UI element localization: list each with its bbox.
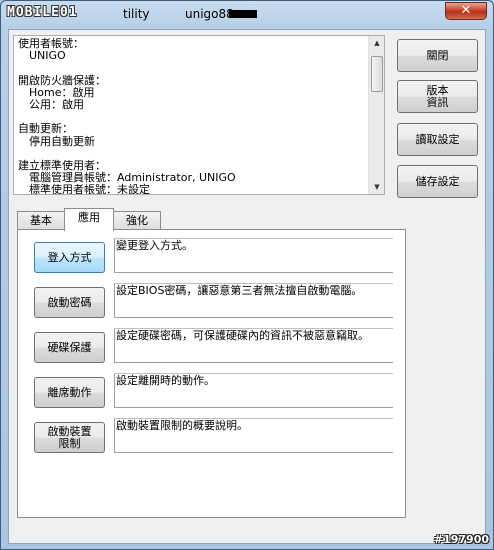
away-action-button[interactable]: 離席動作 xyxy=(34,377,105,408)
tab-application[interactable]: 應用 xyxy=(64,208,114,231)
summary-line: 公用：啟用 xyxy=(29,97,84,111)
scroll-down-icon[interactable]: ▼ xyxy=(369,180,385,194)
title-username: unigo88 xyxy=(185,7,234,21)
client-area: 使用者帳號： UNIGO 開啟防火牆保護： Home：啟用 公用：啟用 自動更新： 停用自動… xyxy=(8,29,486,544)
boot-password-description: 設定BIOS密碼，讓惡意第三者無法擅自啟動電腦。 xyxy=(114,283,393,318)
summary-heading: 自動更新： xyxy=(18,122,73,136)
application-panel: 登入方式 變更登入方式。 啟動密碼 設定BIOS密碼，讓惡意第三者無法擅自啟動電… xyxy=(17,229,406,518)
watermark: #197900 xyxy=(433,533,489,546)
boot-device-limit-description: 啟動裝置限制的概要說明。 xyxy=(114,418,393,453)
disk-protection-button[interactable]: 硬碟保護 xyxy=(34,332,105,363)
scroll-up-icon[interactable]: ▲ xyxy=(369,36,385,50)
scroll-thumb[interactable] xyxy=(371,56,383,92)
save-settings-button[interactable]: 儲存設定 xyxy=(397,165,478,198)
settings-summary-box[interactable]: 使用者帳號： UNIGO 開啟防火牆保護： Home：啟用 公用：啟用 自動更新： 停用自動… xyxy=(13,35,385,195)
tab-enhance[interactable]: 強化 xyxy=(113,211,161,230)
boot-device-limit-button[interactable]: 啟動裝置 限制 xyxy=(34,422,105,453)
summary-line: 停用自動更新 xyxy=(29,134,95,148)
tab-basic[interactable]: 基本 xyxy=(17,211,65,230)
summary-heading: 開啟防火牆保護： xyxy=(18,73,106,87)
load-settings-button[interactable]: 讀取設定 xyxy=(397,123,478,156)
title-bar[interactable]: MOBILE01 tility unigo88 ✕ xyxy=(1,1,493,27)
boot-password-button[interactable]: 啟動密碼 xyxy=(34,287,105,318)
redaction-bar xyxy=(229,10,257,18)
close-button[interactable]: 關閉 xyxy=(397,39,478,72)
close-window-button[interactable]: ✕ xyxy=(445,2,487,20)
summary-line: 標準使用者帳號：未設定 xyxy=(29,183,150,194)
summary-line: UNIGO xyxy=(29,49,66,63)
utility-window: MOBILE01 tility unigo88 ✕ 使用者帳號： UNIGO 開啟防… xyxy=(0,0,494,550)
settings-summary-text: 使用者帳號： UNIGO 開啟防火牆保護： Home：啟用 公用：啟用 自動更新： 停用自動… xyxy=(14,36,368,194)
disk-protection-description: 設定硬碟密碼，可保護硬碟內的資訊不被惡意竊取。 xyxy=(114,328,393,363)
away-action-description: 設定離開時的動作。 xyxy=(114,373,393,408)
login-method-button[interactable]: 登入方式 xyxy=(34,242,105,273)
close-icon: ✕ xyxy=(460,3,472,18)
login-method-description: 變更登入方式。 xyxy=(114,238,393,273)
summary-scrollbar[interactable]: ▲ ▼ xyxy=(368,36,384,194)
summary-heading: 使用者帳號： xyxy=(18,37,84,50)
app-logo: MOBILE01 xyxy=(7,5,78,20)
window-title: tility xyxy=(123,7,150,21)
version-info-button[interactable]: 版本 資訊 xyxy=(397,80,478,113)
